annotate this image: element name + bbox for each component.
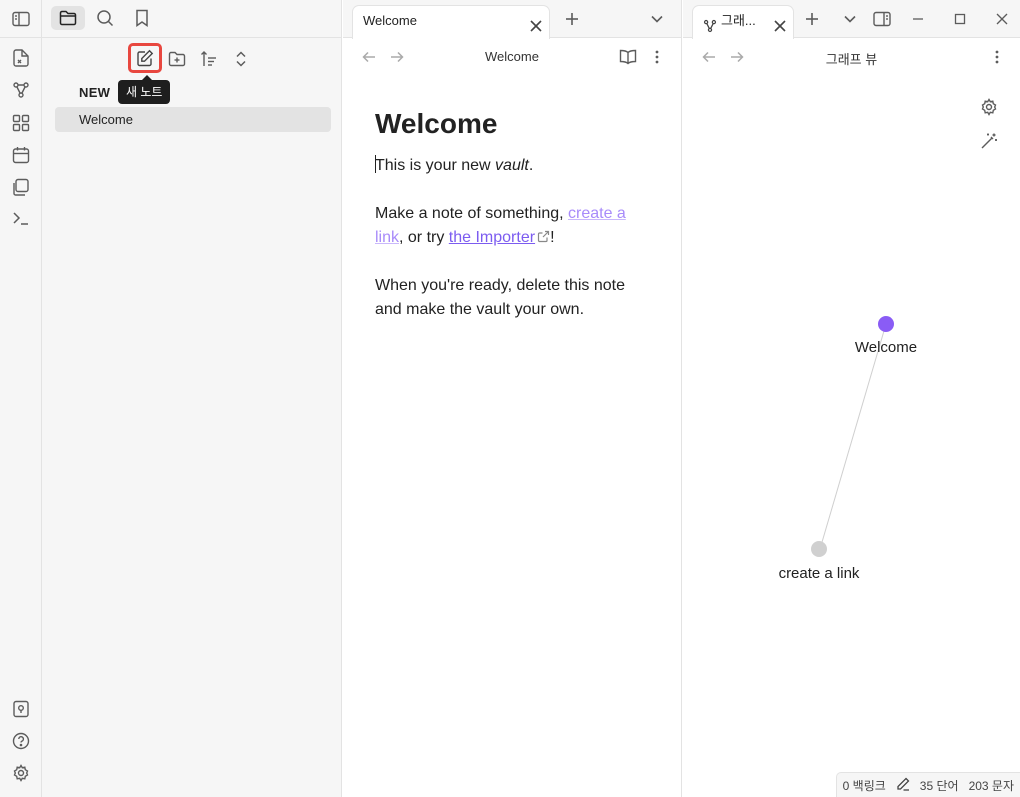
note-paragraph-2: Make a note of something, create a link,…: [375, 202, 655, 250]
maximize-window-icon[interactable]: [950, 9, 970, 29]
sidebar-toggle-icon[interactable]: [11, 9, 31, 29]
close-window-icon[interactable]: [992, 9, 1012, 29]
collapse-all-button[interactable]: [228, 46, 254, 72]
toggle-right-sidebar-icon[interactable]: [872, 9, 892, 29]
tab-graph-view-label: 그래...: [721, 13, 756, 28]
graph-pane: 그래... 그래프 뷰 Welcome create a link 0 백링크 …: [683, 0, 1020, 797]
obsidian-window: 새 노트 NEW Welcome Welcome Welcome Welcome…: [0, 0, 1020, 797]
graph-more-options-icon[interactable]: [988, 48, 1006, 66]
sort-order-button[interactable]: [196, 46, 222, 72]
canvas-icon[interactable]: [11, 113, 31, 133]
new-note-button[interactable]: [128, 43, 162, 73]
editor-view-header: Welcome: [343, 38, 681, 76]
status-bar: 0 백링크 35 단어 203 문자: [835, 772, 1020, 797]
templates-icon[interactable]: [11, 177, 31, 197]
tab-graph-view[interactable]: 그래...: [692, 5, 794, 39]
graph-view-header: 그래프 뷰: [683, 38, 1020, 76]
note-paragraph-1: This is your new vault.: [375, 154, 655, 178]
tab-welcome[interactable]: Welcome: [352, 5, 550, 39]
graph-view-title[interactable]: 그래프 뷰: [683, 49, 1020, 68]
char-count: 203 문자: [968, 778, 1014, 793]
p2-text-mid: , or try: [399, 229, 449, 246]
reading-view-book-icon[interactable]: [619, 48, 637, 66]
minimize-window-icon[interactable]: [908, 9, 928, 29]
help-icon[interactable]: [11, 731, 31, 751]
word-count: 35 단어: [919, 778, 959, 793]
command-palette-icon[interactable]: [11, 208, 31, 228]
new-tab-button[interactable]: [562, 9, 582, 29]
new-tab-button-right[interactable]: [802, 9, 822, 29]
close-tab-icon[interactable]: [529, 14, 543, 32]
vault-name[interactable]: NEW: [79, 85, 110, 100]
settings-icon[interactable]: [11, 763, 31, 783]
files-icon[interactable]: [51, 6, 85, 30]
note-paragraph-3: When you're ready, delete this note and …: [375, 277, 626, 318]
tab-welcome-label: Welcome: [363, 13, 417, 28]
p1-text-end: .: [528, 157, 534, 174]
sidebar-tab-bar: [42, 0, 342, 38]
more-options-icon[interactable]: [648, 48, 666, 66]
external-link-icon: [535, 229, 550, 246]
p1-text: This is your new: [375, 157, 496, 174]
close-graph-tab-icon[interactable]: [773, 14, 787, 32]
new-folder-button[interactable]: [164, 46, 190, 72]
tab-list-chevron-down-icon[interactable]: [647, 9, 667, 29]
daily-note-icon[interactable]: [11, 145, 31, 165]
graph-node-welcome[interactable]: [878, 316, 894, 332]
ribbon: [0, 0, 42, 797]
graph-view-icon[interactable]: [11, 80, 31, 100]
graph-node-label-create-a-link: create a link: [779, 565, 860, 582]
editor-tab-bar: Welcome: [343, 0, 681, 39]
editor-pane: Welcome Welcome Welcome This is your new…: [343, 0, 682, 797]
edit-pencil-icon[interactable]: [896, 777, 910, 794]
p2-text-end: !: [550, 229, 555, 246]
open-quick-switcher-icon[interactable]: [11, 48, 31, 68]
file-explorer-sidebar: 새 노트 NEW Welcome: [42, 0, 342, 797]
new-note-tooltip: 새 노트: [118, 75, 171, 104]
backlinks-count[interactable]: 0 백링크: [843, 777, 886, 794]
file-item-welcome[interactable]: Welcome: [55, 107, 331, 132]
p1-emphasis: vault: [495, 157, 529, 174]
graph-edge: [819, 323, 887, 550]
note-content[interactable]: Welcome This is your new vault. Make a n…: [375, 108, 655, 346]
tab-list-chevron-down-icon-right[interactable]: [840, 9, 860, 29]
p2-text: Make a note of something,: [375, 205, 568, 222]
graph-tab-bar: 그래...: [683, 0, 1020, 39]
vault-switch-icon[interactable]: [11, 699, 31, 719]
bookmark-icon[interactable]: [125, 6, 159, 30]
the-importer-external-link[interactable]: the Importer: [449, 229, 535, 246]
graph-node-label-welcome: Welcome: [855, 339, 917, 356]
note-heading: Welcome: [375, 108, 498, 139]
graph-canvas[interactable]: Welcome create a link: [683, 76, 1020, 756]
search-icon[interactable]: [88, 6, 122, 30]
graph-node-create-a-link[interactable]: [811, 541, 827, 557]
